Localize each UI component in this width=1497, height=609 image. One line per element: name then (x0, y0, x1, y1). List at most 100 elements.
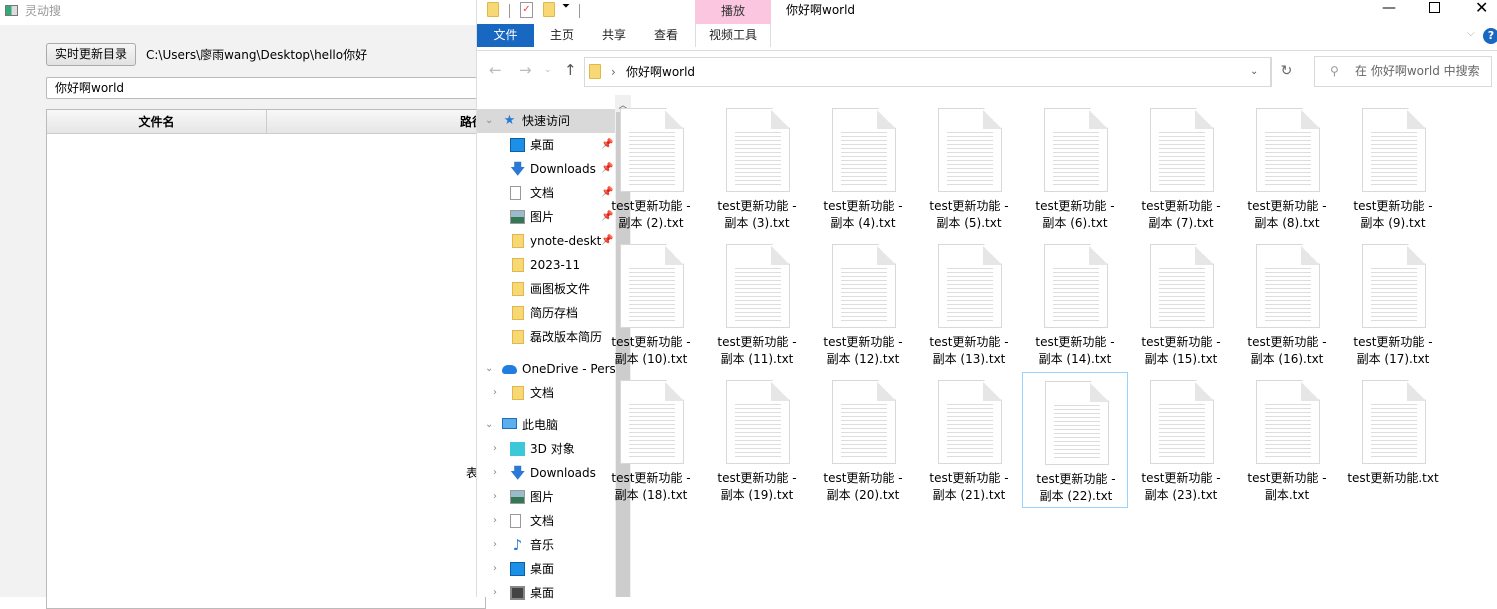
nav-item[interactable]: 文档 📌 (477, 181, 615, 205)
tab-video-tools[interactable]: 视频工具 (695, 24, 771, 47)
file-name-line: 副本 (19).txt (720, 488, 794, 502)
file-item[interactable]: test更新功能 - 副本 (18).txt (598, 372, 704, 508)
file-name-line: test更新功能 - (1141, 335, 1221, 349)
folder-icon[interactable] (487, 2, 499, 17)
expand-chevron-icon[interactable]: ⌄ (485, 413, 493, 437)
file-item[interactable]: test更新功能 - 副本 (10).txt (598, 236, 704, 372)
properties-icon[interactable]: ✓ (520, 2, 533, 18)
file-name: test更新功能 - 副本 (6).txt (1022, 198, 1128, 232)
help-icon[interactable]: ? (1483, 28, 1497, 44)
explorer-search-input[interactable]: ⚲ 在 你好啊world 中搜索 (1314, 56, 1492, 87)
file-item[interactable]: test更新功能 - 副本 (3).txt (704, 100, 810, 236)
file-item[interactable]: test更新功能 - 副本 (20).txt (810, 372, 916, 508)
file-item[interactable]: test更新功能 - 副本.txt (1234, 372, 1340, 508)
file-item[interactable]: test更新功能 - 副本 (22).txt (1022, 372, 1128, 508)
nav-item-label: 文档 (530, 386, 555, 400)
file-name-line: 副本 (15).txt (1144, 352, 1218, 366)
nav-item[interactable]: 简历存档 (477, 301, 615, 325)
minimize-icon[interactable]: — (1382, 0, 1396, 16)
nav-item[interactable]: 画图板文件 (477, 277, 615, 301)
nav-item[interactable]: 桌面 📌 (477, 133, 615, 157)
nav-item[interactable]: › 3D 对象 (477, 437, 615, 461)
nav-item[interactable]: › 桌面 (477, 557, 615, 581)
file-name-line: test更新功能 - (823, 471, 903, 485)
expand-ribbon-icon[interactable]: ⌵ (1467, 28, 1475, 39)
column-header-filename[interactable]: 文件名 (47, 110, 267, 134)
file-item[interactable]: test更新功能 - 副本 (17).txt (1340, 236, 1446, 372)
nav-item-label: 画图板文件 (530, 282, 591, 296)
file-name-line: 副本.txt (1264, 488, 1310, 502)
close-icon[interactable]: ✕ (1475, 0, 1488, 17)
tab-view[interactable]: 查看 (641, 24, 691, 47)
refresh-directory-button[interactable]: 实时更新目录 (46, 43, 136, 66)
address-dropdown-icon[interactable]: ⌄ (1250, 58, 1258, 86)
nav-item[interactable]: ⌄ 此电脑 (477, 413, 615, 437)
collapse-chevron-icon[interactable]: › (493, 557, 497, 581)
tab-home[interactable]: 主页 (537, 24, 587, 47)
file-item[interactable]: test更新功能 - 副本 (13).txt (916, 236, 1022, 372)
expand-chevron-icon[interactable]: ⌄ (485, 109, 493, 133)
nav-item[interactable]: › 🡇 Downloads (477, 461, 615, 485)
nav-item[interactable]: › 文档 (477, 509, 615, 533)
collapse-chevron-icon[interactable]: › (493, 533, 497, 557)
customize-quick-access-icon[interactable]: ⏷ (562, 1, 570, 12)
file-item[interactable]: test更新功能 - 副本 (16).txt (1234, 236, 1340, 372)
file-item[interactable]: test更新功能 - 副本 (9).txt (1340, 100, 1446, 236)
nav-item[interactable]: ⌄ OneDrive - Pers (477, 357, 615, 381)
file-item[interactable]: test更新功能 - 副本 (21).txt (916, 372, 1022, 508)
maximize-icon[interactable] (1429, 2, 1440, 13)
text-file-icon (1044, 108, 1108, 192)
collapse-chevron-icon[interactable]: › (493, 581, 497, 605)
nav-item[interactable]: 磊改版本简历 (477, 325, 615, 349)
recent-locations-icon[interactable]: ⌄ (544, 65, 552, 75)
nav-item[interactable]: ⌄ ★ 快速访问 (477, 109, 615, 133)
forward-icon[interactable]: → (519, 61, 532, 79)
back-icon[interactable]: ← (489, 61, 502, 79)
breadcrumb-chevron-icon[interactable]: › (611, 58, 616, 86)
collapse-chevron-icon[interactable]: › (493, 485, 497, 509)
file-item[interactable]: test更新功能 - 副本 (5).txt (916, 100, 1022, 236)
file-item[interactable]: test更新功能 - 副本 (6).txt (1022, 100, 1128, 236)
file-item[interactable]: test更新功能 - 副本 (7).txt (1128, 100, 1234, 236)
nav-item[interactable]: 🡇 Downloads 📌 (477, 157, 615, 181)
file-item[interactable]: test更新功能 - 副本 (15).txt (1128, 236, 1234, 372)
collapse-chevron-icon[interactable]: › (493, 509, 497, 533)
file-item[interactable]: test更新功能 - 副本 (8).txt (1234, 100, 1340, 236)
file-name: test更新功能 - 副本 (11).txt (704, 334, 810, 368)
file-item[interactable]: test更新功能 - 副本 (4).txt (810, 100, 916, 236)
nav-item[interactable]: ynote-deskt 📌 (477, 229, 615, 253)
file-item[interactable]: test更新功能 - 副本 (23).txt (1128, 372, 1234, 508)
file-name: test更新功能 - 副本 (7).txt (1128, 198, 1234, 232)
tab-file[interactable]: 文件 (477, 24, 534, 47)
nav-item[interactable]: › 桌面 (477, 581, 615, 605)
file-name-line: 副本 (12).txt (826, 352, 900, 366)
breadcrumb-current[interactable]: 你好啊world (626, 58, 695, 86)
text-file-icon (726, 108, 790, 192)
nav-item[interactable]: 图片 📌 (477, 205, 615, 229)
file-item[interactable]: test更新功能 - 副本 (19).txt (704, 372, 810, 508)
file-item[interactable]: test更新功能 - 副本 (14).txt (1022, 236, 1128, 372)
context-tab-play[interactable]: 播放 (695, 0, 771, 24)
refresh-icon[interactable]: ↻ (1271, 57, 1301, 87)
nav-item[interactable]: › 文档 (477, 381, 615, 405)
column-header-path[interactable]: 路径 (267, 110, 487, 134)
nav-item[interactable]: 2023-11 (477, 253, 615, 277)
file-item[interactable]: test更新功能 - 副本 (2).txt (598, 100, 704, 236)
file-item[interactable]: test更新功能 - 副本 (11).txt (704, 236, 810, 372)
text-file-icon (832, 380, 896, 464)
up-icon[interactable]: ↑ (564, 61, 577, 79)
expand-chevron-icon[interactable]: ⌄ (485, 357, 493, 381)
collapse-chevron-icon[interactable]: › (493, 461, 497, 485)
collapse-chevron-icon[interactable]: › (493, 437, 497, 461)
nav-item[interactable]: › 图片 (477, 485, 615, 509)
file-name: test更新功能 - 副本 (19).txt (704, 470, 810, 504)
nav-item[interactable]: › ♪ 音乐 (477, 533, 615, 557)
collapse-chevron-icon[interactable]: › (493, 381, 497, 405)
file-item[interactable]: test更新功能 - 副本 (12).txt (810, 236, 916, 372)
search-input[interactable]: 你好啊world (46, 77, 486, 99)
file-name-line: test更新功能.txt (1347, 471, 1439, 485)
tab-share[interactable]: 共享 (589, 24, 639, 47)
new-folder-icon[interactable] (543, 2, 555, 17)
file-item[interactable]: test更新功能.txt (1340, 372, 1446, 508)
address-bar[interactable]: › 你好啊world ⌄ ↻ (584, 57, 1292, 87)
